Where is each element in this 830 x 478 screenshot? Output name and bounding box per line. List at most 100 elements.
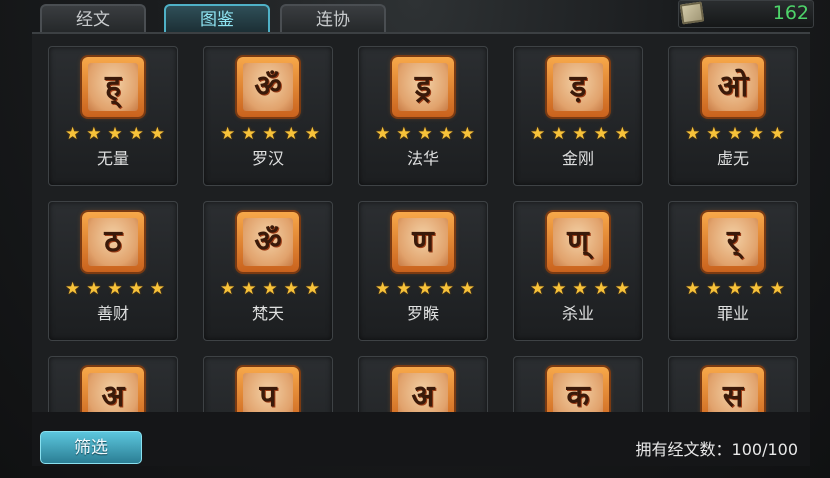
scripture-icon: स bbox=[702, 367, 764, 414]
tab-codex[interactable]: 图鉴 bbox=[164, 4, 270, 32]
scripture-icon-art: ण bbox=[398, 218, 448, 266]
scripture-icon: ॐ bbox=[237, 57, 299, 117]
owned-count-value: 100/100 bbox=[731, 440, 798, 459]
scripture-icon: ड्र bbox=[392, 57, 454, 117]
star-icon: ★ bbox=[128, 124, 144, 144]
star-icon: ★ bbox=[530, 124, 546, 144]
scripture-icon: ण् bbox=[547, 212, 609, 272]
star-icon: ★ bbox=[438, 279, 454, 299]
star-icon: ★ bbox=[241, 124, 257, 144]
star-icon: ★ bbox=[107, 279, 123, 299]
star-icon: ★ bbox=[551, 124, 567, 144]
star-icon: ★ bbox=[396, 279, 412, 299]
card-name: 罗睺 bbox=[406, 304, 439, 323]
star-icon: ★ bbox=[748, 124, 764, 144]
sanskrit-glyph-icon: ड्र bbox=[414, 69, 432, 104]
star-icon: ★ bbox=[748, 279, 764, 299]
codex-card[interactable]: ओ ★ ★ ★ ★ ★ 虚无 bbox=[668, 46, 798, 186]
scripture-icon-art: अ bbox=[398, 373, 448, 414]
star-icon: ★ bbox=[128, 279, 144, 299]
scripture-icon-art: ड़ bbox=[553, 63, 603, 111]
codex-card[interactable]: प bbox=[203, 356, 333, 414]
star-rating: ★ ★ ★ ★ ★ bbox=[220, 280, 320, 298]
scripture-icon: ण bbox=[392, 212, 454, 272]
star-icon: ★ bbox=[727, 124, 743, 144]
tab-scriptures[interactable]: 经文 bbox=[40, 4, 146, 32]
star-icon: ★ bbox=[417, 124, 433, 144]
star-icon: ★ bbox=[438, 124, 454, 144]
star-icon: ★ bbox=[86, 279, 102, 299]
currency-counter: 162 bbox=[678, 0, 814, 28]
star-icon: ★ bbox=[551, 279, 567, 299]
codex-card[interactable]: स bbox=[668, 356, 798, 414]
sanskrit-glyph-icon: र् bbox=[726, 224, 740, 259]
scripture-icon-art: ह् bbox=[88, 63, 138, 111]
codex-card[interactable]: ण ★ ★ ★ ★ ★ 罗睺 bbox=[358, 201, 488, 341]
scripture-icon: प bbox=[237, 367, 299, 414]
codex-card[interactable]: ड़ ★ ★ ★ ★ ★ 金刚 bbox=[513, 46, 643, 186]
sanskrit-glyph-icon: ओ bbox=[717, 69, 749, 104]
card-name: 罗汉 bbox=[251, 149, 284, 168]
star-icon: ★ bbox=[706, 279, 722, 299]
star-icon: ★ bbox=[593, 124, 609, 144]
codex-card[interactable]: ह् ★ ★ ★ ★ ★ 无量 bbox=[48, 46, 178, 186]
filter-button[interactable]: 筛选 bbox=[40, 431, 142, 464]
codex-card[interactable]: ठ ★ ★ ★ ★ ★ 善财 bbox=[48, 201, 178, 341]
sanskrit-glyph-icon: ण् bbox=[567, 224, 589, 259]
scripture-icon-art: क bbox=[553, 373, 603, 414]
star-icon: ★ bbox=[396, 124, 412, 144]
sanskrit-glyph-icon: ॐ bbox=[254, 69, 282, 104]
sanskrit-glyph-icon: अ bbox=[411, 379, 435, 414]
owned-count-label: 拥有经文数： bbox=[635, 440, 732, 459]
scripture-icon-art: ओ bbox=[708, 63, 758, 111]
card-name: 金刚 bbox=[561, 149, 594, 168]
star-icon: ★ bbox=[241, 279, 257, 299]
star-icon: ★ bbox=[593, 279, 609, 299]
scripture-icon: ड़ bbox=[547, 57, 609, 117]
scripture-icon-art: प bbox=[243, 373, 293, 414]
currency-value: 162 bbox=[772, 2, 809, 24]
scripture-icon-art: ड्र bbox=[398, 63, 448, 111]
star-rating: ★ ★ ★ ★ ★ bbox=[685, 280, 785, 298]
sanskrit-glyph-icon: ड़ bbox=[569, 69, 587, 104]
card-name: 杀业 bbox=[561, 304, 594, 323]
star-rating: ★ ★ ★ ★ ★ bbox=[65, 125, 165, 143]
tab-synergy[interactable]: 连协 bbox=[280, 4, 386, 32]
scripture-icon: ह् bbox=[82, 57, 144, 117]
sanskrit-glyph-icon: ठ bbox=[104, 224, 122, 259]
card-name: 善财 bbox=[96, 304, 129, 323]
star-rating: ★ ★ ★ ★ ★ bbox=[530, 280, 630, 298]
star-icon: ★ bbox=[304, 124, 320, 144]
star-icon: ★ bbox=[304, 279, 320, 299]
codex-card[interactable]: ॐ ★ ★ ★ ★ ★ 梵天 bbox=[203, 201, 333, 341]
scripture-icon: ॐ bbox=[237, 212, 299, 272]
star-rating: ★ ★ ★ ★ ★ bbox=[220, 125, 320, 143]
scripture-icon: ठ bbox=[82, 212, 144, 272]
star-icon: ★ bbox=[572, 279, 588, 299]
sanskrit-glyph-icon: स bbox=[722, 379, 744, 414]
star-icon: ★ bbox=[220, 279, 236, 299]
codex-grid[interactable]: ह् ★ ★ ★ ★ ★ 无量 ॐ ★ ★ ★ ★ ★ 罗汉 ड्र ★ ★ ★ ★ ★ 法华 ड़ ★ ★ ★ ★ ★ 金刚 ओ ★ ★ ★… bbox=[32, 32, 810, 414]
codex-card[interactable]: ण् ★ ★ ★ ★ ★ 杀业 bbox=[513, 201, 643, 341]
star-icon: ★ bbox=[614, 124, 630, 144]
codex-card[interactable]: क bbox=[513, 356, 643, 414]
star-icon: ★ bbox=[283, 279, 299, 299]
star-rating: ★ ★ ★ ★ ★ bbox=[375, 125, 475, 143]
codex-card[interactable]: अ bbox=[358, 356, 488, 414]
codex-card[interactable]: ॐ ★ ★ ★ ★ ★ 罗汉 bbox=[203, 46, 333, 186]
star-icon: ★ bbox=[459, 124, 475, 144]
star-rating: ★ ★ ★ ★ ★ bbox=[375, 280, 475, 298]
scripture-icon-art: ॐ bbox=[243, 63, 293, 111]
codex-card[interactable]: र् ★ ★ ★ ★ ★ 罪业 bbox=[668, 201, 798, 341]
star-rating: ★ ★ ★ ★ ★ bbox=[530, 125, 630, 143]
star-icon: ★ bbox=[530, 279, 546, 299]
codex-card[interactable]: अ bbox=[48, 356, 178, 414]
scripture-icon: अ bbox=[392, 367, 454, 414]
star-icon: ★ bbox=[149, 279, 165, 299]
star-icon: ★ bbox=[685, 124, 701, 144]
card-name: 虚无 bbox=[716, 149, 749, 168]
codex-card[interactable]: ड्र ★ ★ ★ ★ ★ 法华 bbox=[358, 46, 488, 186]
star-icon: ★ bbox=[572, 124, 588, 144]
star-icon: ★ bbox=[220, 124, 236, 144]
card-name: 梵天 bbox=[251, 304, 284, 323]
